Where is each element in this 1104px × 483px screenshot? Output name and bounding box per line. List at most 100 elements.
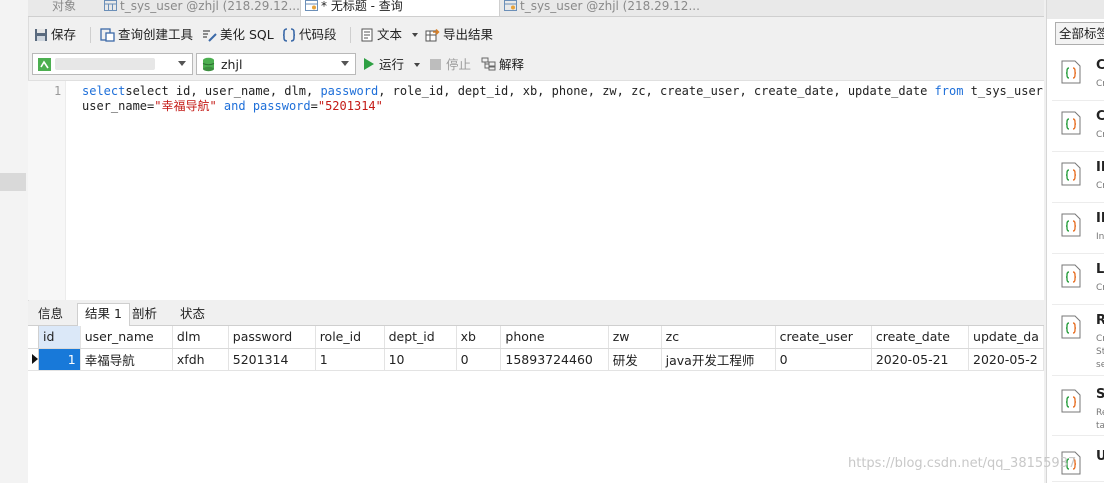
code-text: select id, user_name, dlm, (125, 84, 321, 98)
result-tabs: 信息 结果 1 剖析 状态 (28, 301, 1044, 326)
snippet-description-line: Re (1096, 408, 1104, 418)
text-label: 文本 (377, 27, 403, 42)
snippet-item[interactable]: IF Cr (1052, 160, 1104, 203)
explain-button[interactable]: 解释 (481, 56, 524, 74)
table-cell[interactable]: 1 (315, 348, 385, 371)
text-mode-dropdown[interactable]: 文本 (361, 26, 418, 44)
snippet-title: SE (1096, 387, 1104, 402)
snippet-title: IN (1096, 211, 1104, 226)
tab-status[interactable]: 状态 (173, 304, 212, 324)
snippet-item[interactable]: SE Re ta (1052, 387, 1104, 436)
column-header[interactable]: zc (661, 326, 776, 349)
column-header[interactable]: dlm (172, 326, 229, 349)
snippet-description: In (1096, 231, 1104, 244)
code-string: "幸福导航" (154, 99, 217, 113)
column-header[interactable]: zw (608, 326, 662, 349)
table-cell[interactable]: 研发 (608, 348, 662, 371)
column-header[interactable]: password (228, 326, 316, 349)
column-header[interactable]: dept_id (384, 326, 457, 349)
snippet-description: Cr (1096, 78, 1104, 91)
stop-label: 停止 (446, 57, 472, 72)
sql-editor[interactable]: 1 selectselect id, user_name, dlm, passw… (28, 80, 1086, 300)
tab-result-1[interactable]: 结果 1 (77, 303, 130, 326)
snippet-title: C (1096, 58, 1104, 73)
run-button[interactable]: 运行 (364, 56, 420, 74)
column-header[interactable]: create_user (775, 326, 872, 349)
snippet-description-line: Cr (1096, 283, 1104, 293)
database-value: zhjl (221, 57, 243, 72)
snippet-braces-icon (282, 28, 296, 42)
toolbar-divider (90, 27, 91, 43)
code-text: user_name= (82, 99, 155, 113)
query-builder-button[interactable]: 查询创建工具 (100, 26, 193, 44)
line-number-gutter (28, 81, 66, 300)
text-document-icon (361, 28, 373, 42)
column-header[interactable]: phone (500, 326, 609, 349)
export-label: 导出结果 (443, 27, 494, 42)
table-cell[interactable]: 10 (384, 348, 457, 371)
snippet-file-icon (1061, 213, 1081, 237)
table-cell[interactable]: 幸福导航 (80, 348, 173, 371)
tab-info[interactable]: 信息 (31, 304, 70, 324)
snippet-description: Re ta (1096, 407, 1104, 433)
current-row-arrow-icon (32, 354, 38, 364)
tab-profile[interactable]: 剖析 (125, 304, 164, 324)
code-text: t_sys_user (963, 84, 1051, 98)
table-cell[interactable]: xfdh (172, 348, 229, 371)
snippet-description-line: St (1096, 347, 1104, 357)
beautify-label: 美化 SQL (220, 27, 274, 42)
snippet-title: C (1096, 109, 1104, 124)
table-cell[interactable]: 5201314 (228, 348, 316, 371)
snippet-item[interactable]: IN In (1052, 211, 1104, 254)
column-header[interactable]: role_id (315, 326, 385, 349)
save-icon (35, 29, 47, 41)
tab-table-t-sys-user[interactable]: t_sys_user @zhjl (218.29.12.... (100, 0, 300, 16)
snippet-file-icon (1061, 315, 1081, 339)
snippet-item[interactable]: LO Cr (1052, 262, 1104, 305)
all-tags-button[interactable]: 全部标签 (1055, 22, 1104, 45)
explain-icon (481, 57, 496, 71)
connection-select[interactable] (32, 53, 193, 75)
snippet-item[interactable]: C Cr (1052, 109, 1104, 152)
tab-query-t-sys-user[interactable]: t_sys_user @zhjl (218.29.12.... (500, 0, 700, 16)
table-row[interactable]: 1 幸福导航 xfdh 5201314 1 10 0 15893724460 研… (28, 348, 1044, 371)
editor-tab-bar: 对象 t_sys_user @zhjl (218.29.12.... * 无标题… (28, 0, 1044, 17)
table-cell[interactable]: 2020-05-21 (871, 348, 970, 371)
sql-code[interactable]: selectselect id, user_name, dlm, passwor… (82, 84, 1086, 114)
column-header[interactable]: id (38, 326, 81, 349)
snippet-description-line: In (1096, 232, 1104, 242)
tab-untitled-query[interactable]: * 无标题 - 查询 (300, 0, 500, 16)
table-cell[interactable]: 15893724460 (500, 348, 609, 371)
code-keyword: from (934, 84, 964, 98)
code-snippet-button[interactable]: 代码段 (282, 26, 337, 44)
result-table: id user_name dlm password role_id dept_i… (28, 326, 1044, 371)
table-cell[interactable]: java开发工程师 (661, 348, 776, 371)
column-header[interactable]: update_da (968, 326, 1044, 349)
column-header[interactable]: user_name (80, 326, 173, 349)
export-results-button[interactable]: 导出结果 (425, 26, 493, 44)
snippet-file-icon (1061, 162, 1081, 186)
database-select[interactable]: zhjl (196, 53, 356, 75)
snippet-item[interactable]: R Cr St se (1052, 313, 1104, 376)
row-selector[interactable] (28, 348, 39, 371)
left-side-strip (0, 0, 29, 483)
tab-label: t_sys_user @zhjl (218.29.12.... (520, 0, 700, 13)
snippet-title: IF (1096, 160, 1104, 175)
snippet-description-line: Cr (1096, 130, 1104, 140)
snippet-item[interactable]: C Cr (1052, 58, 1104, 101)
save-label: 保存 (51, 27, 77, 42)
stop-button[interactable]: 停止 (430, 56, 471, 74)
table-cell[interactable]: 0 (456, 348, 502, 371)
left-strip-marker (0, 173, 26, 191)
explain-label: 解释 (499, 57, 525, 72)
column-header[interactable]: create_date (871, 326, 970, 349)
connection-name-blurred (55, 58, 155, 70)
beautify-sql-button[interactable]: 美化 SQL (201, 26, 274, 44)
code-text: = (310, 99, 318, 113)
table-cell[interactable]: 1 (38, 348, 81, 371)
column-header[interactable]: xb (456, 326, 502, 349)
table-cell[interactable]: 0 (775, 348, 872, 371)
save-button[interactable]: 保存 (34, 26, 76, 44)
table-cell[interactable]: 2020-05-2 (968, 348, 1044, 371)
watermark: https://blog.csdn.net/qq_38155937 (848, 456, 1077, 471)
